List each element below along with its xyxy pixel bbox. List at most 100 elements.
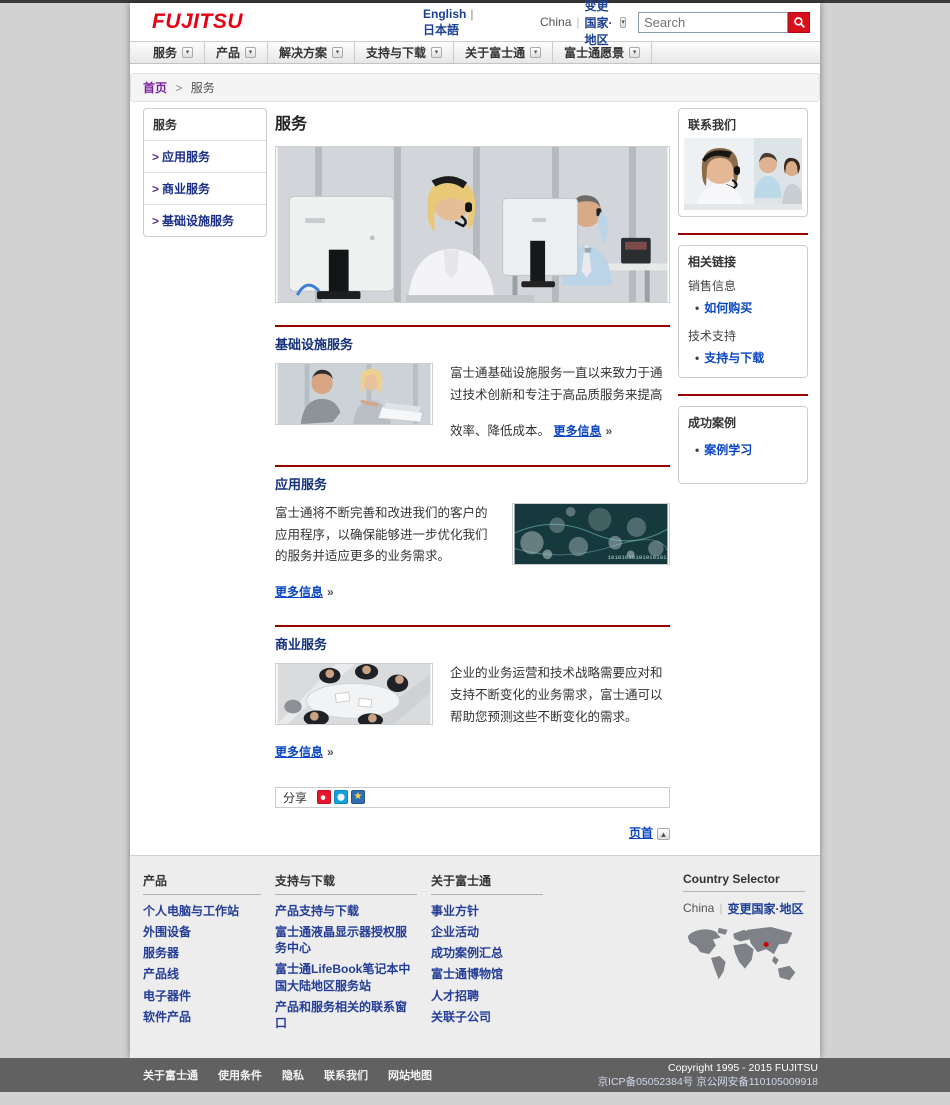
more-info-link[interactable]: 更多信息 (275, 585, 323, 599)
footer-col-support: 支持与下载 产品支持与下载 富士通液晶显示器授权服务中心 富士通LifeBook… (275, 872, 417, 1036)
fujitsu-logo[interactable]: FUJITSU (152, 10, 243, 34)
footer-link-peripherals[interactable]: 外围设备 (143, 924, 261, 940)
star-glyph: ★ (354, 791, 363, 803)
footer-link-electronic-components[interactable]: 电子器件 (143, 988, 261, 1004)
section-rule (275, 625, 670, 627)
more-info-link[interactable]: 更多信息 (554, 424, 602, 438)
lang-separator: | (470, 7, 473, 21)
bottom-link-privacy[interactable]: 隐私 (282, 1067, 304, 1083)
site-header: FUJITSU English|日本語 China | 变更国家·地区 ▾ (130, 3, 820, 41)
nav-item-services[interactable]: 服务▾ (142, 42, 205, 63)
footer-link-pc-workstations[interactable]: 个人电脑与工作站 (143, 903, 261, 919)
footer-link-affiliates[interactable]: 关联子公司 (431, 1009, 543, 1025)
footer-link-product-support[interactable]: 产品支持与下载 (275, 903, 417, 919)
nav-label: 服务 (153, 44, 177, 61)
sidebar-item-business-services[interactable]: >商业服务 (144, 172, 266, 204)
breadcrumb: 首页 > 服务 (130, 73, 820, 102)
link-support-downloads[interactable]: •支持与下载 (679, 346, 807, 369)
nav-label: 解决方案 (279, 44, 327, 61)
lang-link-japanese[interactable]: 日本語 (423, 23, 459, 37)
language-switcher: English | 日本語 (423, 7, 480, 38)
footer-link-fujitsu-museum[interactable]: 富士通博物馆 (431, 966, 543, 982)
footer-link-lcd-service-center[interactable]: 富士通液晶显示器授权服务中心 (275, 924, 417, 956)
link-label: 如何购买 (704, 301, 752, 315)
sidebar-item-infrastructure-services[interactable]: >基础设施服务 (144, 204, 266, 236)
country-separator: | (576, 15, 579, 29)
nav-item-support-downloads[interactable]: 支持与下载▾ (355, 42, 454, 63)
search-input[interactable] (638, 12, 788, 33)
footer-col-title: 关于富士通 (431, 872, 543, 895)
sidebar-item-application-services[interactable]: >应用服务 (144, 140, 266, 172)
icp-filing-text: 京ICP备05052384号 京公网安备110105009918 (598, 1075, 818, 1089)
section-rule (275, 465, 670, 467)
section-paragraph: 企业的业务运营和技术战略需要应对和支持不断变化的业务需求，富士通可以帮助您预测这… (450, 666, 663, 724)
hero-call-center-image (275, 146, 670, 303)
footer-link-product-lines[interactable]: 产品线 (143, 966, 261, 982)
footer-country-selector: Country Selector China | 变更国家·地区 (683, 872, 805, 1036)
nav-item-about-fujitsu[interactable]: 关于富士通 ▾ (454, 42, 553, 63)
lang-link-english[interactable]: English (423, 7, 466, 21)
chevron-down-icon[interactable]: ▾ (620, 17, 626, 28)
double-arrow-icon: » (327, 745, 334, 759)
related-links-box: 相关链接 销售信息 •如何购买 技术支持 •支持与下载 (678, 245, 808, 378)
chevron-down-icon: ▾ (530, 47, 541, 58)
copyright-text: Copyright 1995 - 2015 FUJITSU (598, 1061, 818, 1075)
infrastructure-services-image (275, 363, 433, 425)
footer-change-country-link[interactable]: 变更国家·地区 (727, 900, 803, 917)
arrow-up-icon[interactable]: ▲ (657, 828, 670, 840)
nav-label: 富士通愿景 (564, 44, 624, 61)
footer-link-servers[interactable]: 服务器 (143, 945, 261, 961)
bottom-strip (0, 1092, 950, 1105)
footer-link-contact-window[interactable]: 产品和服务相关的联系窗口 (275, 999, 417, 1031)
footer-link-corporate-activities[interactable]: 企业活动 (431, 924, 543, 940)
footer-link-recruitment[interactable]: 人才招聘 (431, 988, 543, 1004)
bottom-bar: 关于富士通 使用条件 隐私 联系我们 网站地图 Copyright 1995 -… (0, 1058, 950, 1092)
nav-item-fujitsu-vision[interactable]: 富士通愿景 ▾ (553, 42, 652, 63)
page-container: FUJITSU English|日本語 China | 变更国家·地区 ▾ 服务… (130, 3, 820, 1058)
copyright-block: Copyright 1995 - 2015 FUJITSU 京ICP备05052… (598, 1061, 818, 1089)
footer-col-title: 产品 (143, 872, 261, 895)
section-paragraph: 富士通将不断完善和改进我们的客户的应用程序，以确保能够进一步优化我们的服务并适应… (275, 506, 488, 564)
bottom-link-about[interactable]: 关于富士通 (143, 1067, 198, 1083)
back-to-top-link[interactable]: 页首 (629, 826, 653, 840)
sidebar-item-label: 基础设施服务 (162, 214, 234, 228)
contact-call-center-image[interactable] (684, 138, 802, 210)
search-area (638, 12, 810, 33)
weibo-share-icon[interactable] (317, 790, 331, 804)
page-title: 服务 (275, 110, 670, 134)
breadcrumb-separator: > (175, 81, 182, 95)
related-group-label-support: 技术支持 (679, 325, 807, 346)
nav-item-solutions[interactable]: 解决方案▾ (268, 42, 355, 63)
search-button[interactable] (788, 12, 810, 33)
footer-link-lifebook-service[interactable]: 富士通LifeBook笔记本中国大陆地区服务站 (275, 961, 417, 993)
section-title: 基础设施服务 (275, 334, 670, 353)
more-info-link[interactable]: 更多信息 (275, 745, 323, 759)
breadcrumb-home-link[interactable]: 首页 (143, 81, 167, 95)
section-title: 应用服务 (275, 474, 670, 493)
nav-label: 关于富士通 (465, 44, 525, 61)
qq-share-icon[interactable] (334, 790, 348, 804)
link-case-studies[interactable]: •案例学习 (679, 438, 807, 461)
nav-item-products[interactable]: 产品▾ (205, 42, 268, 63)
chevron-down-icon: ▾ (629, 47, 640, 58)
favorite-star-icon[interactable]: ★ (351, 790, 365, 804)
svg-text:10101010101010101: 10101010101010101 (607, 554, 667, 561)
bottom-link-terms[interactable]: 使用条件 (218, 1067, 262, 1083)
footer-link-software-products[interactable]: 软件产品 (143, 1009, 261, 1025)
business-services-image (275, 663, 433, 725)
link-how-to-buy[interactable]: •如何购买 (679, 296, 807, 319)
china-location-dot (764, 942, 769, 947)
section-business-services: 商业服务 (275, 625, 670, 761)
section-menu: 服务 >应用服务 >商业服务 >基础设施服务 (143, 108, 267, 237)
country-separator: | (719, 901, 722, 915)
footer-link-success-cases[interactable]: 成功案例汇总 (431, 945, 543, 961)
contact-box: 联系我们 (678, 108, 808, 217)
bottom-link-contact[interactable]: 联系我们 (324, 1067, 368, 1083)
section-text-wrap: 企业的业务运营和技术战略需要应对和支持不断变化的业务需求，富士通可以帮助您预测这… (450, 663, 670, 729)
success-cases-title: 成功案例 (679, 407, 807, 436)
more-info: 更多信息» (275, 582, 495, 603)
site-footer: 产品 个人电脑与工作站 外围设备 服务器 产品线 电子器件 软件产品 支持与下载… (130, 855, 820, 1058)
change-country-link[interactable]: 变更国家·地区 (585, 0, 616, 48)
bottom-link-sitemap[interactable]: 网站地图 (388, 1067, 432, 1083)
footer-link-business-policy[interactable]: 事业方针 (431, 903, 543, 919)
